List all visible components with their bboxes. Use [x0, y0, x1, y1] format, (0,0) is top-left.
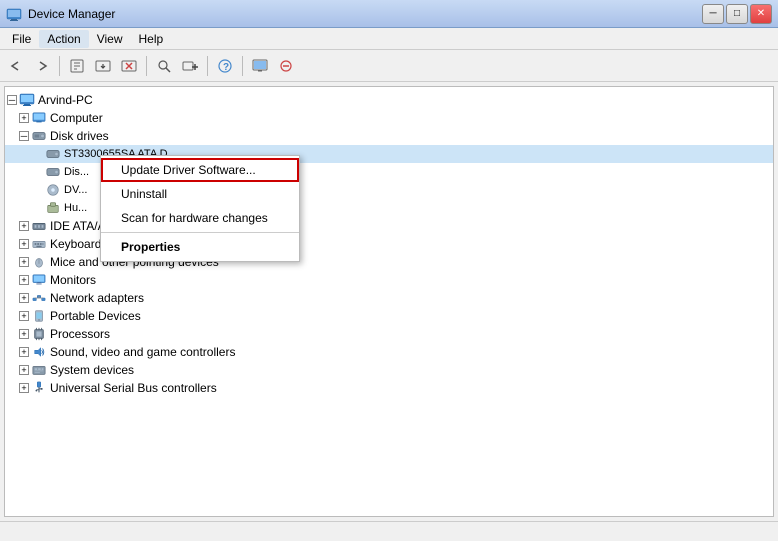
network-icon	[31, 290, 47, 306]
tree-item-computer[interactable]: + Computer	[5, 109, 773, 127]
diskdrives-label: Disk drives	[50, 129, 109, 143]
sound-icon	[31, 344, 47, 360]
disk-icon-1	[45, 146, 61, 162]
expand-processors[interactable]: +	[19, 329, 29, 339]
expand-mice[interactable]: +	[19, 257, 29, 267]
keyboard-icon	[31, 236, 47, 252]
expand-root[interactable]: ─	[7, 95, 17, 105]
maximize-button[interactable]: □	[726, 4, 748, 24]
ctx-update-driver[interactable]: Update Driver Software...	[101, 158, 299, 182]
system-label: System devices	[50, 363, 134, 377]
minimize-button[interactable]: ─	[702, 4, 724, 24]
status-bar	[0, 521, 778, 541]
ide-icon	[31, 218, 47, 234]
toolbar-sep-3	[207, 56, 208, 76]
hu-label: Hu...	[64, 202, 87, 214]
dv-icon	[45, 182, 61, 198]
title-bar-icon	[6, 6, 22, 22]
expand-diskdrives[interactable]: ─	[19, 131, 29, 141]
toolbar-forward[interactable]	[30, 54, 54, 78]
tree-item-sound[interactable]: + Sound, video and game controllers	[5, 343, 773, 361]
ctx-uninstall[interactable]: Uninstall	[101, 182, 299, 206]
title-bar: Device Manager ─ □ ✕	[0, 0, 778, 28]
menu-action[interactable]: Action	[39, 30, 88, 48]
dis-icon	[45, 164, 61, 180]
toolbar-sep-2	[146, 56, 147, 76]
expand-sound[interactable]: +	[19, 347, 29, 357]
toolbar-scan[interactable]	[152, 54, 176, 78]
toolbar-sep-4	[242, 56, 243, 76]
tree-item-network[interactable]: + Network adapters	[5, 289, 773, 307]
toolbar-back[interactable]	[4, 54, 28, 78]
tree-item-portable[interactable]: + Portable Devices	[5, 307, 773, 325]
toolbar-help[interactable]: ?	[213, 54, 237, 78]
expand-portable[interactable]: +	[19, 311, 29, 321]
toolbar: ?	[0, 50, 778, 82]
processors-label: Processors	[50, 327, 110, 341]
expand-usb[interactable]: +	[19, 383, 29, 393]
portable-icon	[31, 308, 47, 324]
tree-item-system[interactable]: + System devices	[5, 361, 773, 379]
sound-label: Sound, video and game controllers	[50, 345, 235, 359]
portable-label: Portable Devices	[50, 309, 141, 323]
title-bar-buttons: ─ □ ✕	[702, 4, 772, 24]
expand-keyboards[interactable]: +	[19, 239, 29, 249]
svg-text:?: ?	[223, 62, 229, 73]
processor-icon	[31, 326, 47, 342]
context-menu: Update Driver Software... Uninstall Scan…	[100, 155, 300, 262]
expand-system[interactable]: +	[19, 365, 29, 375]
expand-network[interactable]: +	[19, 293, 29, 303]
menu-help[interactable]: Help	[131, 30, 172, 48]
hu-icon	[45, 200, 61, 216]
toolbar-update-driver[interactable]	[91, 54, 115, 78]
close-button[interactable]: ✕	[750, 4, 772, 24]
network-label: Network adapters	[50, 291, 144, 305]
tree-item-processors[interactable]: + Processors	[5, 325, 773, 343]
toolbar-monitor[interactable]	[248, 54, 272, 78]
system-icon	[31, 362, 47, 378]
toolbar-uninstall[interactable]	[117, 54, 141, 78]
ctx-properties[interactable]: Properties	[101, 235, 299, 259]
title-bar-text: Device Manager	[28, 7, 702, 21]
menu-file[interactable]: File	[4, 30, 39, 48]
diskdrives-icon	[31, 128, 47, 144]
menu-bar: File Action View Help	[0, 28, 778, 50]
dis-label: Dis...	[64, 166, 89, 178]
ctx-scan-hardware[interactable]: Scan for hardware changes	[101, 206, 299, 230]
root-label: Arvind-PC	[38, 93, 93, 107]
computer-small-icon	[31, 110, 47, 126]
mouse-icon	[31, 254, 47, 270]
toolbar-disable[interactable]	[274, 54, 298, 78]
toolbar-add-legacy[interactable]	[178, 54, 202, 78]
toolbar-sep-1	[59, 56, 60, 76]
expand-computer[interactable]: +	[19, 113, 29, 123]
dv-label: DV...	[64, 184, 87, 196]
keyboards-label: Keyboards	[50, 237, 107, 251]
expand-monitors[interactable]: +	[19, 275, 29, 285]
main-content[interactable]: ─ Arvind-PC + Computer	[4, 86, 774, 517]
usb-label: Universal Serial Bus controllers	[50, 381, 217, 395]
usb-icon	[31, 380, 47, 396]
tree-item-monitors[interactable]: + Monitors	[5, 271, 773, 289]
computer-icon	[19, 92, 35, 108]
computer-label: Computer	[50, 111, 103, 125]
toolbar-properties[interactable]	[65, 54, 89, 78]
menu-view[interactable]: View	[89, 30, 131, 48]
expand-ide[interactable]: +	[19, 221, 29, 231]
ctx-separator	[101, 232, 299, 233]
tree-root[interactable]: ─ Arvind-PC	[5, 91, 773, 109]
monitor-icon	[31, 272, 47, 288]
tree-item-diskdrives[interactable]: ─ Disk drives	[5, 127, 773, 145]
tree-item-usb[interactable]: + Universal Serial Bus controllers	[5, 379, 773, 397]
monitors-label: Monitors	[50, 273, 96, 287]
